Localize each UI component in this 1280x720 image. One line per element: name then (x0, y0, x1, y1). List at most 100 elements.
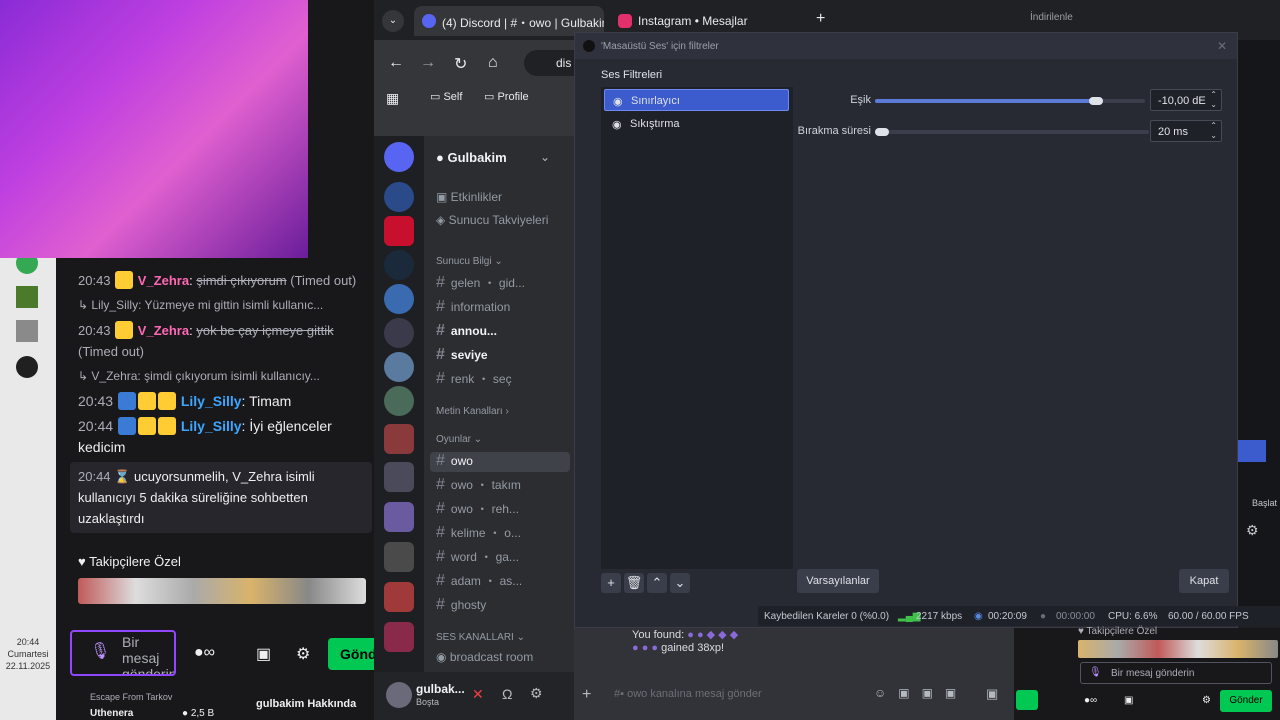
add-filter-button[interactable]: + (601, 573, 621, 593)
server-header[interactable]: ● Gulbakim (436, 150, 507, 165)
gift-icon[interactable]: ▣ (256, 644, 271, 664)
threshold-thumb[interactable] (1089, 97, 1104, 105)
threshold-slider[interactable] (875, 97, 1145, 105)
add-attachment-icon[interactable]: + (582, 686, 591, 704)
chat-input[interactable]: 🎙 Bir mesaj gönderin (70, 630, 176, 676)
bookmark-profile[interactable]: ▭ Profile (484, 90, 529, 103)
apps-grid-icon[interactable]: ▦ (386, 90, 399, 107)
defaults-button[interactable]: Varsayılanlar (797, 569, 879, 593)
tab-search-icon[interactable]: ⌄ (382, 10, 404, 32)
chevron-down-icon[interactable]: ⌄ (540, 150, 550, 164)
new-tab-icon[interactable]: + (816, 10, 825, 28)
mute-icon[interactable]: ✕ (472, 686, 484, 703)
release-thumb[interactable] (875, 128, 889, 136)
move-up-icon[interactable]: ⌃ (647, 573, 667, 593)
minecraft-taskbar-icon[interactable] (16, 286, 38, 308)
release-slider[interactable] (875, 128, 1149, 136)
server-folder-icon[interactable] (384, 424, 414, 454)
channel-item[interactable]: # word ・ ga... (436, 548, 576, 568)
microphone-icon[interactable]: 🎙 (90, 644, 110, 660)
eye-icon[interactable]: ◉ (612, 118, 622, 131)
close-icon[interactable]: ✕ (1217, 39, 1227, 53)
about-label[interactable]: gulbakim Hakkında (256, 698, 356, 710)
gear-icon[interactable]: ⚙ (1202, 695, 1211, 706)
gift-button[interactable] (1016, 690, 1038, 710)
channel-user[interactable]: Uthenera (90, 708, 133, 719)
server-icon[interactable] (384, 318, 414, 348)
gift-icon[interactable]: ▣ (986, 686, 998, 702)
emote-row[interactable] (78, 578, 366, 604)
release-spinbox[interactable]: 20 ms ⌃ ⌄ (1150, 120, 1222, 142)
events-link[interactable]: ▣ Etkinlikler (436, 190, 576, 210)
send-button[interactable]: Gönd (328, 638, 374, 670)
channel-item[interactable]: # renk ・ seç (436, 370, 576, 390)
server-folder-icon[interactable] (384, 542, 414, 572)
server-folder-icon[interactable] (384, 462, 414, 492)
channel-item[interactable]: # information (436, 298, 576, 318)
gift-icon[interactable]: ▣ (1124, 695, 1133, 706)
composer-tools[interactable]: ☺▣▣▣ (874, 686, 968, 700)
bits-icon[interactable]: ●∞ (194, 644, 215, 662)
eye-icon[interactable]: ◉ (613, 95, 623, 108)
close-button[interactable]: Kapat (1179, 569, 1229, 593)
discord-home-icon[interactable] (384, 142, 414, 172)
obs-taskbar-icon[interactable] (16, 356, 38, 378)
voice-channel-item[interactable]: ◉ broadcast room (436, 650, 576, 670)
filter-item-limiter[interactable]: ◉ Sınırlayıcı (604, 89, 789, 111)
server-icon[interactable] (384, 216, 414, 246)
spin-arrows-icon[interactable]: ⌃ ⌄ (1210, 90, 1217, 110)
threshold-spinbox[interactable]: -10,00 dE ⌃ ⌄ (1150, 89, 1222, 111)
username[interactable]: Lily_Silly (181, 418, 242, 434)
category-games[interactable]: Oyunlar ⌄ (436, 434, 482, 445)
channel-item[interactable]: # owo ・ reh... (436, 500, 576, 520)
forward-icon[interactable]: → (420, 54, 436, 72)
channel-item[interactable]: # adam ・ as... (436, 572, 576, 592)
channel-item[interactable]: # owo ・ takım (436, 476, 576, 496)
bits-icon[interactable]: ●∞ (1084, 695, 1097, 706)
trash-icon[interactable]: 🗑 (624, 573, 644, 593)
chat-input[interactable]: 🎙 Bir mesaj gönderin (1080, 662, 1272, 684)
app-button[interactable] (1238, 440, 1266, 462)
gear-icon[interactable]: ⚙ (1246, 522, 1259, 539)
server-icon[interactable] (384, 284, 414, 314)
start-label[interactable]: Başlat (1252, 498, 1277, 508)
username[interactable]: Lily_Silly (181, 393, 242, 409)
server-folder-icon[interactable] (384, 582, 414, 612)
gear-icon[interactable]: ⚙ (530, 685, 543, 702)
send-button[interactable]: Gönder (1220, 690, 1272, 712)
microphone-icon[interactable]: 🎙 (1089, 667, 1102, 678)
gear-icon[interactable]: ⚙ (296, 644, 310, 664)
move-down-icon[interactable]: ⌄ (670, 573, 690, 593)
channel-item[interactable]: # gelen ・ gid... (436, 274, 576, 294)
channel-item-selected[interactable]: # owo (430, 452, 570, 472)
channel-item[interactable]: # seviye (436, 346, 576, 366)
downloads-label[interactable]: İndirilenle (1030, 12, 1073, 23)
app-taskbar-icon[interactable] (16, 320, 38, 342)
avatar[interactable] (386, 682, 412, 708)
channel-item[interactable]: # kelime ・ o... (436, 524, 576, 544)
server-icon[interactable] (384, 250, 414, 280)
channel-item[interactable]: # annou... (436, 322, 576, 342)
server-icon[interactable] (384, 182, 414, 212)
category-text[interactable]: Metin Kanalları › (436, 406, 509, 417)
back-icon[interactable]: ← (388, 54, 404, 72)
headphones-icon[interactable]: Ω (502, 686, 512, 702)
composer-input[interactable]: #▪ owo kanalına mesaj gönder (614, 688, 762, 700)
channel-item[interactable]: # ghosty (436, 596, 576, 616)
boosts-link[interactable]: ◈ Sunucu Takviyeleri (436, 213, 576, 233)
server-icon[interactable] (384, 352, 414, 382)
category-info[interactable]: Sunucu Bilgi ⌄ (436, 256, 503, 267)
server-icon[interactable] (384, 386, 414, 416)
server-folder-icon[interactable] (384, 502, 414, 532)
address-bar[interactable]: dis (524, 50, 574, 76)
username[interactable]: V_Zehra (138, 273, 189, 288)
home-icon[interactable]: ⌂ (488, 54, 498, 72)
spin-arrows-icon[interactable]: ⌃ ⌄ (1210, 121, 1217, 141)
username[interactable]: V_Zehra (138, 323, 189, 338)
server-folder-icon[interactable] (384, 622, 414, 652)
bookmark-self[interactable]: ▭ Self (430, 90, 462, 103)
category-voice[interactable]: SES KANALLARI ⌄ (436, 632, 525, 643)
emote-row[interactable] (1078, 640, 1278, 658)
filter-item-compressor[interactable]: ◉ Sıkıştırma (604, 113, 789, 135)
reload-icon[interactable]: ↻ (454, 54, 467, 74)
